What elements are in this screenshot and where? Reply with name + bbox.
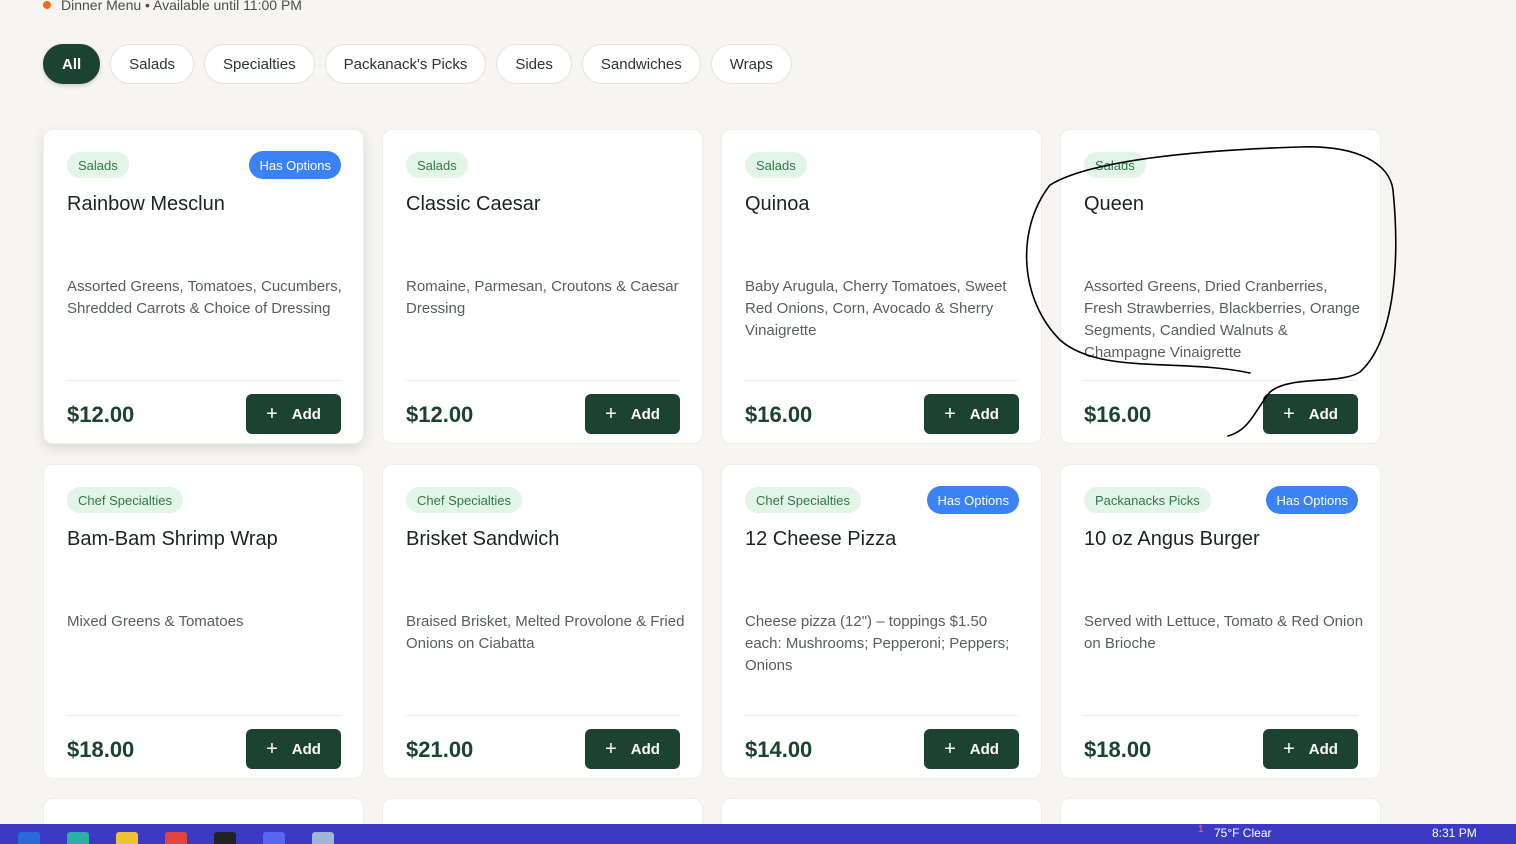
menu-item-card[interactable]: Chef Specialties Has Options 12 Cheese P… (721, 464, 1042, 779)
card-divider (1084, 715, 1358, 716)
menu-item-card[interactable]: Packanacks Picks Has Options 10 oz Angus… (1060, 464, 1381, 779)
item-price: $12.00 (67, 402, 135, 427)
menu-status-text: Dinner Menu • Available until 11:00 PM (61, 0, 302, 13)
add-label: Add (969, 405, 999, 423)
menu-item-card[interactable]: Chef Specialties Bam-Bam Shrimp Wrap Mix… (43, 464, 364, 779)
item-price: $18.00 (1084, 737, 1152, 762)
category-badge: Chef Specialties (745, 487, 861, 513)
item-description: Assorted Greens, Tomatoes, Cucumbers, Sh… (67, 278, 342, 317)
item-price: $12.00 (406, 402, 474, 427)
menu-item-card[interactable]: Chef Specialties Brisket Sandwich Braise… (382, 464, 703, 779)
item-price: $16.00 (745, 402, 813, 427)
discord-icon[interactable] (263, 832, 285, 844)
chrome-icon[interactable] (165, 832, 187, 844)
card-divider (1084, 380, 1358, 381)
edge-icon[interactable] (67, 832, 89, 844)
add-button[interactable]: + Add (246, 394, 341, 434)
item-description: Baby Arugula, Cherry Tomatoes, Sweet Red… (745, 278, 1007, 339)
card-divider (406, 715, 680, 716)
filter-sides[interactable]: Sides (496, 44, 572, 84)
menu-item-card[interactable]: Salads Has Options Rainbow Mesclun Assor… (43, 129, 364, 444)
add-label: Add (291, 405, 321, 423)
filter-sandwiches[interactable]: Sandwiches (581, 44, 701, 84)
item-name: 12 Cheese Pizza (745, 528, 897, 550)
item-price: $21.00 (406, 737, 474, 762)
plus-icon: + (605, 738, 617, 760)
plus-icon: + (944, 738, 956, 760)
filter-all[interactable]: All (43, 44, 101, 84)
item-name: Rainbow Mesclun (67, 193, 225, 215)
add-label: Add (630, 740, 660, 758)
weather-readout[interactable]: 75°F Clear (1214, 826, 1272, 840)
category-badge: Chef Specialties (67, 487, 183, 513)
file-explorer-icon[interactable] (116, 832, 138, 844)
item-description: Assorted Greens, Dried Cranberries, Fres… (1084, 278, 1360, 361)
item-description: Romaine, Parmesan, Croutons & Caesar Dre… (406, 278, 679, 317)
item-name: Quinoa (745, 193, 810, 215)
app-icon[interactable] (312, 832, 334, 844)
filter-packanacks-picks[interactable]: Packanack's Picks (324, 44, 487, 84)
plus-icon: + (266, 738, 278, 760)
item-price: $14.00 (745, 737, 813, 762)
category-badge: Salads (745, 152, 807, 178)
category-filters: All Salads Specialties Packanack's Picks… (43, 44, 792, 84)
item-price: $16.00 (1084, 402, 1152, 427)
add-label: Add (1308, 405, 1338, 423)
card-divider (745, 380, 1019, 381)
category-badge: Packanacks Picks (1084, 487, 1211, 513)
add-button[interactable]: + Add (924, 394, 1019, 434)
windows-taskbar: 1 75°F Clear 8:31 PM (0, 824, 1516, 844)
epic-games-icon[interactable] (214, 832, 236, 844)
menu-grid: Salads Has Options Rainbow Mesclun Assor… (43, 129, 1381, 779)
status-dot (43, 1, 51, 9)
item-description: Braised Brisket, Melted Provolone & Frie… (406, 613, 685, 652)
add-label: Add (1308, 740, 1338, 758)
item-description: Mixed Greens & Tomatoes (67, 613, 244, 630)
menu-item-card[interactable]: Salads Classic Caesar Romaine, Parmesan,… (382, 129, 703, 444)
plus-icon: + (605, 403, 617, 425)
card-divider (67, 715, 341, 716)
card-divider (406, 380, 680, 381)
has-options-badge: Has Options (927, 486, 1019, 514)
filter-specialties[interactable]: Specialties (204, 44, 315, 84)
category-badge: Chef Specialties (406, 487, 522, 513)
item-description: Served with Lettuce, Tomato & Red Onion … (1084, 613, 1364, 652)
item-name: Bam-Bam Shrimp Wrap (67, 528, 278, 550)
vscode-icon[interactable] (18, 832, 40, 844)
category-badge: Salads (406, 152, 468, 178)
clock[interactable]: 8:31 PM (1432, 826, 1477, 840)
card-divider (745, 715, 1019, 716)
category-badge: Salads (67, 152, 129, 178)
notification-count: 1 (1198, 824, 1204, 835)
add-label: Add (630, 405, 660, 423)
item-name: 10 oz Angus Burger (1084, 528, 1260, 550)
add-label: Add (969, 740, 999, 758)
filter-salads[interactable]: Salads (110, 44, 195, 84)
plus-icon: + (944, 403, 956, 425)
add-button[interactable]: + Add (585, 729, 680, 769)
filter-wraps[interactable]: Wraps (710, 44, 792, 84)
add-button[interactable]: + Add (924, 729, 1019, 769)
menu-item-card[interactable]: Salads Quinoa Baby Arugula, Cherry Tomat… (721, 129, 1042, 444)
menu-item-card[interactable]: Salads Queen Assorted Greens, Dried Cran… (1060, 129, 1381, 444)
has-options-badge: Has Options (249, 151, 341, 179)
add-button[interactable]: + Add (1263, 394, 1358, 434)
item-name: Queen (1084, 193, 1145, 215)
item-price: $18.00 (67, 737, 135, 762)
item-name: Brisket Sandwich (406, 528, 560, 550)
category-badge: Salads (1084, 152, 1146, 178)
add-button[interactable]: + Add (1263, 729, 1358, 769)
add-button[interactable]: + Add (246, 729, 341, 769)
has-options-badge: Has Options (1266, 486, 1358, 514)
card-divider (67, 380, 341, 381)
add-label: Add (291, 740, 321, 758)
item-description: Cheese pizza (12") – toppings $1.50 each… (745, 613, 1010, 674)
plus-icon: + (266, 403, 278, 425)
item-name: Classic Caesar (406, 193, 541, 215)
plus-icon: + (1283, 403, 1295, 425)
plus-icon: + (1283, 738, 1295, 760)
add-button[interactable]: + Add (585, 394, 680, 434)
menu-status: Dinner Menu • Available until 11:00 PM (43, 0, 302, 15)
